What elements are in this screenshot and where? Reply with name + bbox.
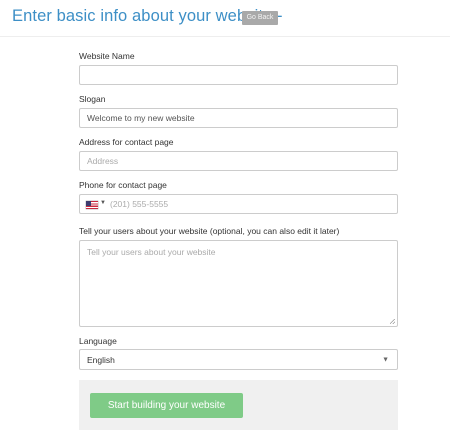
address-placeholder: Address (87, 156, 119, 166)
country-dropdown-caret-icon[interactable]: ▼ (100, 200, 106, 206)
page-header: Enter basic info about your website - Go… (0, 0, 450, 37)
about-textarea[interactable]: Tell your users about your website (79, 240, 398, 327)
language-selected-value: English (87, 354, 115, 365)
language-label: Language (79, 336, 117, 346)
phone-input[interactable]: ▼ (201) 555-5555 (79, 194, 398, 214)
phone-label: Phone for contact page (79, 180, 167, 190)
start-building-button[interactable]: Start building your website (90, 393, 243, 418)
chevron-down-icon: ▼ (382, 356, 389, 363)
language-select[interactable]: English ▼ (79, 349, 398, 370)
go-back-button[interactable]: Go Back (242, 11, 278, 25)
slogan-label: Slogan (79, 94, 106, 104)
slogan-input[interactable]: Welcome to my new website (79, 108, 398, 128)
about-label: Tell your users about your website (opti… (79, 226, 340, 236)
address-input[interactable]: Address (79, 151, 398, 171)
phone-placeholder: (201) 555-5555 (110, 199, 169, 209)
submit-panel: Start building your website (79, 380, 398, 430)
website-name-label: Website Name (79, 51, 135, 61)
website-name-input[interactable] (79, 65, 398, 85)
resize-handle-icon[interactable] (390, 319, 395, 324)
slogan-value: Welcome to my new website (87, 113, 195, 123)
us-flag-icon[interactable] (86, 201, 98, 209)
address-label: Address for contact page (79, 137, 174, 147)
about-placeholder: Tell your users about your website (87, 247, 216, 257)
